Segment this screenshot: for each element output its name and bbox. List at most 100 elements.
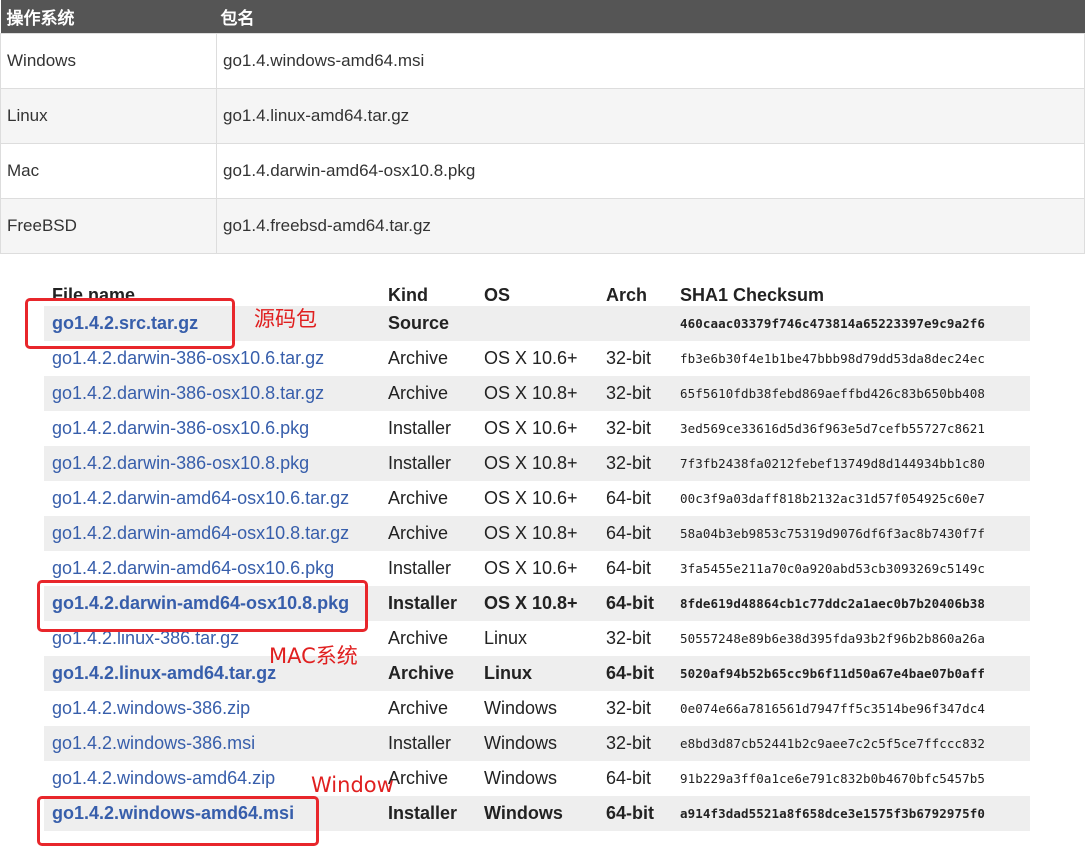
download-link[interactable]: go1.4.2.darwin-386-osx10.6.pkg <box>52 418 309 438</box>
arch-cell: 64-bit <box>598 796 672 831</box>
download-row: go1.4.2.darwin-386-osx10.6.pkg Installer… <box>44 411 1030 446</box>
package-name: go1.4.darwin-amd64-osx10.8.pkg <box>216 143 1085 199</box>
package-os: Mac <box>0 143 217 199</box>
kind-cell: Archive <box>388 768 449 788</box>
download-row: go1.4.2.windows-386.zip Archive Windows … <box>44 691 1030 726</box>
os-cell: OS X 10.8+ <box>476 446 598 481</box>
download-row: go1.4.2.darwin-386-osx10.8.pkg Installer… <box>44 446 1030 481</box>
arch-cell: 32-bit <box>598 446 672 481</box>
download-link[interactable]: go1.4.2.darwin-386-osx10.8.tar.gz <box>52 383 324 403</box>
kind-cell: Archive <box>380 376 476 411</box>
arch-cell: 64-bit <box>606 488 652 508</box>
download-link[interactable]: go1.4.2.windows-386.msi <box>52 733 255 753</box>
header-os: 操作系统 <box>6 9 75 29</box>
kind-cell: Installer <box>388 418 452 438</box>
download-link[interactable]: go1.4.2.darwin-amd64-osx10.6.tar.gz <box>52 488 349 508</box>
kind-cell: Archive <box>380 656 476 691</box>
os-cell: OS X 10.8+ <box>476 516 598 551</box>
download-row: go1.4.2.src.tar.gz Source 460caac03379f7… <box>44 306 1030 341</box>
download-link[interactable]: go1.4.2.darwin-386-osx10.8.pkg <box>52 453 309 473</box>
package-os: Linux <box>0 88 217 144</box>
download-link[interactable]: go1.4.2.linux-386.tar.gz <box>52 628 239 648</box>
arch-cell: 64-bit <box>598 586 672 621</box>
os-cell: Windows <box>476 796 598 831</box>
download-row: go1.4.2.linux-386.tar.gz Archive Linux 3… <box>44 621 1030 656</box>
os-cell: Windows <box>476 726 598 761</box>
annotation-source: 源码包 <box>254 307 317 331</box>
download-link[interactable]: go1.4.2.darwin-386-osx10.6.tar.gz <box>52 348 324 368</box>
download-row: go1.4.2.darwin-amd64-osx10.6.tar.gz Arch… <box>44 481 1030 516</box>
download-link[interactable]: go1.4.2.windows-amd64.zip <box>52 768 275 788</box>
package-row: Linux go1.4.linux-amd64.tar.gz <box>0 88 1085 144</box>
arch-cell <box>598 306 672 341</box>
header-os: OS <box>484 285 511 305</box>
os-cell: Linux <box>476 656 598 691</box>
download-row: go1.4.2.darwin-amd64-osx10.8.tar.gz Arch… <box>44 516 1030 551</box>
package-os: FreeBSD <box>0 198 217 254</box>
header-file-name: File name <box>52 285 136 305</box>
download-link[interactable]: go1.4.2.darwin-amd64-osx10.8.pkg <box>52 593 349 613</box>
package-name: go1.4.freebsd-amd64.tar.gz <box>216 198 1085 254</box>
download-link[interactable]: go1.4.2.darwin-amd64-osx10.6.pkg <box>52 558 334 578</box>
kind-cell: Archive <box>388 348 449 368</box>
kind-cell: Installer <box>388 558 452 578</box>
download-link[interactable]: go1.4.2.src.tar.gz <box>52 313 198 333</box>
header-kind: Kind <box>388 285 428 305</box>
os-cell: OS X 10.8+ <box>476 376 598 411</box>
sha-cell: 00c3f9a03daff818b2132ac31d57f054925c60e7 <box>680 491 986 506</box>
sha-cell: 91b229a3ff0a1ce6e791c832b0b4670bfc5457b5 <box>680 771 986 786</box>
package-row: FreeBSD go1.4.freebsd-amd64.tar.gz <box>0 198 1085 254</box>
header-package: 包名 <box>220 9 255 29</box>
sha-cell: 5020af94b52b65cc9b6f11d50a67e4bae07b0aff <box>672 656 1030 691</box>
package-row: Windows go1.4.windows-amd64.msi <box>0 33 1085 89</box>
sha-cell: 50557248e89b6e38d395fda93b2f96b2b860a26a <box>680 631 986 646</box>
sha-cell: 460caac03379f746c473814a65223397e9c9a2f6 <box>672 306 1030 341</box>
arch-cell: 64-bit <box>606 768 652 788</box>
kind-cell: Installer <box>380 796 476 831</box>
download-row: go1.4.2.windows-amd64.zip Archive Window… <box>44 761 1030 796</box>
sha-cell: 3fa5455e211a70c0a920abd53cb3093269c5149c <box>680 561 986 576</box>
sha-cell: 58a04b3eb9853c75319d9076df6f3ac8b7430f7f <box>672 516 1030 551</box>
kind-cell: Source <box>380 306 476 341</box>
sha-cell: 65f5610fdb38febd869aeffbd426c83b650bb408 <box>672 376 1030 411</box>
sha-cell: 3ed569ce33616d5d36f963e5d7cefb55727c8621 <box>680 421 986 436</box>
download-link[interactable]: go1.4.2.linux-amd64.tar.gz <box>52 663 276 683</box>
download-link[interactable]: go1.4.2.windows-amd64.msi <box>52 803 294 823</box>
download-row: go1.4.2.windows-386.msi Installer Window… <box>44 726 1030 761</box>
download-link[interactable]: go1.4.2.darwin-amd64-osx10.8.tar.gz <box>52 523 349 543</box>
sha-cell: 7f3fb2438fa0212febef13749d8d144934bb1c80 <box>672 446 1030 481</box>
header-arch: Arch <box>606 285 648 305</box>
arch-cell: 32-bit <box>606 348 652 368</box>
download-row: go1.4.2.linux-amd64.tar.gz Archive Linux… <box>44 656 1030 691</box>
package-table-header: 操作系统 包名 <box>0 0 1085 34</box>
sha-cell: a914f3dad5521a8f658dce3e1575f3b6792975f0 <box>672 796 1030 831</box>
sha-cell: e8bd3d87cb52441b2c9aee7c2c5f5ce7ffccc832 <box>672 726 1030 761</box>
arch-cell: 32-bit <box>606 628 652 648</box>
arch-cell: 32-bit <box>606 418 652 438</box>
os-cell: OS X 10.6+ <box>484 558 578 578</box>
kind-cell: Installer <box>380 726 476 761</box>
header-sha1: SHA1 Checksum <box>680 285 825 305</box>
download-link[interactable]: go1.4.2.windows-386.zip <box>52 698 250 718</box>
kind-cell: Archive <box>388 488 449 508</box>
package-name: go1.4.linux-amd64.tar.gz <box>216 88 1085 144</box>
arch-cell: 64-bit <box>598 516 672 551</box>
download-row: go1.4.2.windows-amd64.msi Installer Wind… <box>44 796 1030 831</box>
os-cell: Windows <box>484 768 558 788</box>
package-os: Windows <box>0 33 217 89</box>
download-row: go1.4.2.darwin-386-osx10.6.tar.gz Archiv… <box>44 341 1030 376</box>
os-cell <box>476 306 598 341</box>
downloads-header: File name Kind OS Arch SHA1 Checksum <box>44 274 1030 306</box>
os-cell: OS X 10.6+ <box>484 488 578 508</box>
annotation-mac: MAC系统 <box>269 644 358 668</box>
arch-cell: 64-bit <box>606 558 652 578</box>
arch-cell: 32-bit <box>598 726 672 761</box>
download-row: go1.4.2.darwin-386-osx10.8.tar.gz Archiv… <box>44 376 1030 411</box>
os-cell: OS X 10.6+ <box>484 348 578 368</box>
kind-cell: Archive <box>388 698 449 718</box>
arch-cell: 64-bit <box>598 656 672 691</box>
sha-cell: 0e074e66a7816561d7947ff5c3514be96f347dc4 <box>680 701 986 716</box>
annotation-windows: Window <box>311 773 394 797</box>
downloads-table: File name Kind OS Arch SHA1 Checksum go1… <box>44 274 1030 831</box>
os-cell: OS X 10.6+ <box>484 418 578 438</box>
